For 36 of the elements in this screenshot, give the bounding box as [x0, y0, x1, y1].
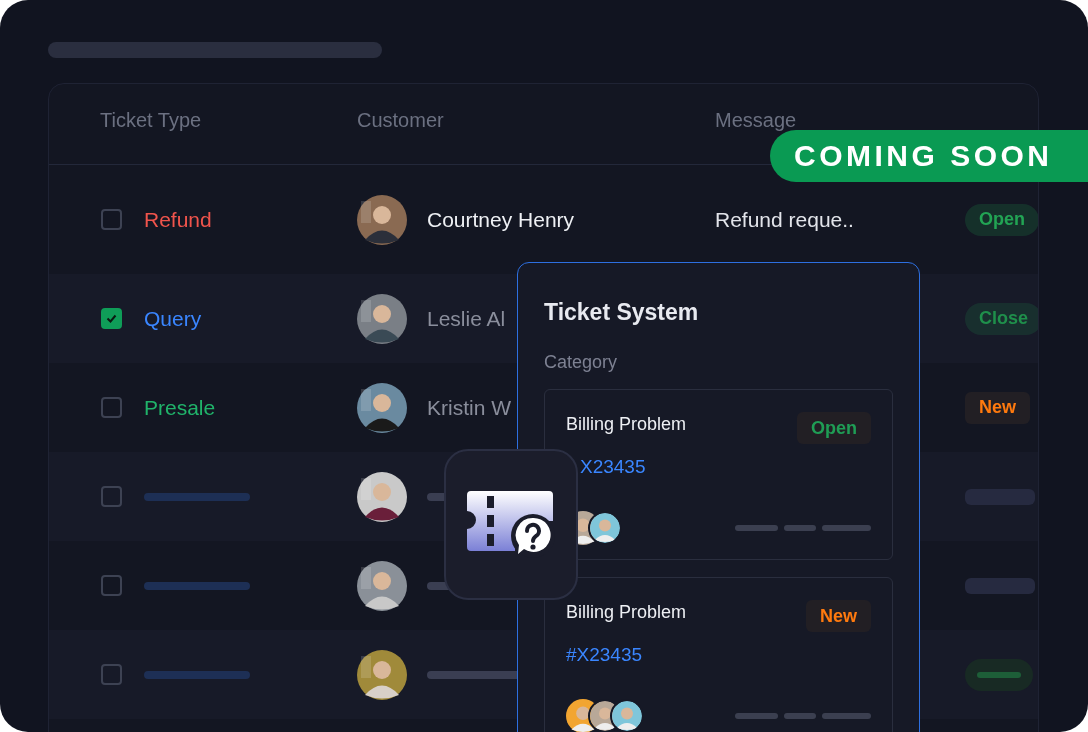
column-header: Ticket Type [100, 109, 202, 131]
checkbox[interactable] [101, 664, 122, 685]
customer-name: Courtney Henry [427, 207, 575, 232]
ticket-id: #X23435 [566, 644, 643, 666]
status-badge: Open [797, 412, 871, 444]
column-header: Message [715, 109, 797, 131]
checkbox[interactable] [101, 397, 122, 418]
placeholder-bar [735, 713, 778, 719]
ticket-id: X23435 [580, 456, 646, 478]
checkbox[interactable] [101, 209, 122, 230]
checkbox[interactable] [101, 575, 122, 596]
placeholder-bar [735, 525, 778, 531]
placeholder-bar [822, 525, 871, 531]
status-placeholder [965, 658, 1033, 691]
checkbox[interactable] [101, 308, 122, 329]
ticket-type: Query [144, 306, 202, 331]
coming-soon-banner: COMING SOON [770, 130, 1088, 182]
placeholder-bar [784, 525, 816, 531]
category-label: Category [544, 352, 619, 373]
customer-name: Leslie Al [427, 306, 506, 331]
status-badge: New [965, 391, 1030, 424]
ticket-type: Refund [144, 207, 212, 232]
placeholder-bar [822, 713, 871, 719]
message-text: Refund reque.. [715, 207, 854, 231]
ticket-title: Billing Problem [566, 602, 687, 623]
ticket-type: Presale [144, 395, 216, 420]
checkbox[interactable] [101, 486, 122, 507]
ticket-title: Billing Problem [566, 414, 687, 435]
status-badge: New [806, 600, 871, 632]
status-badge: Close [965, 302, 1038, 335]
column-header: Customer [357, 109, 444, 131]
check-icon [106, 314, 117, 323]
placeholder-bar [784, 713, 816, 719]
customer-name: Kristin W [427, 395, 511, 420]
status-badge: Open [965, 203, 1038, 236]
panel-title: Ticket System [544, 299, 700, 326]
